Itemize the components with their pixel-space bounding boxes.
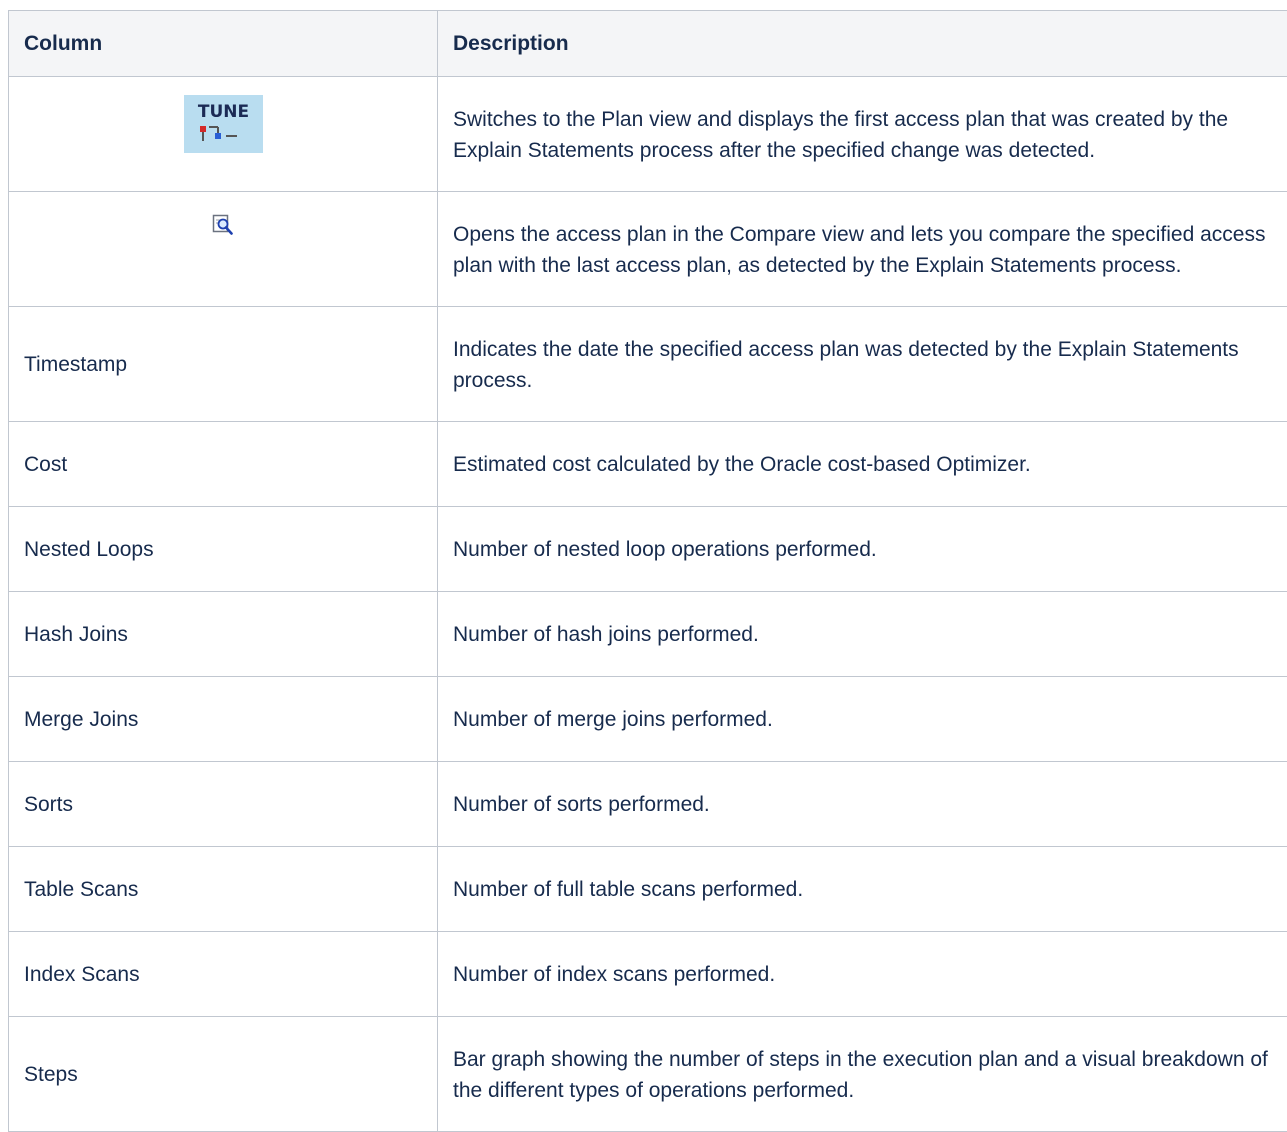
column-cell: Cost xyxy=(9,422,438,507)
compare-icon[interactable] xyxy=(212,214,234,236)
description-cell: Number of sorts performed. xyxy=(438,762,1287,847)
description-cell: Number of merge joins performed. xyxy=(438,677,1287,762)
description-cell: Estimated cost calculated by the Oracle … xyxy=(438,422,1287,507)
table-row: Opens the access plan in the Compare vie… xyxy=(9,192,1287,307)
table-row: TUNE Switches to the Plan view and displ… xyxy=(9,77,1287,192)
table-row: Merge Joins Number of merge joins perfor… xyxy=(9,677,1287,762)
column-cell: Hash Joins xyxy=(9,592,438,677)
description-cell: Opens the access plan in the Compare vie… xyxy=(438,192,1287,307)
column-cell: Merge Joins xyxy=(9,677,438,762)
tune-icon-label: TUNE xyxy=(197,102,248,122)
columns-table: Column Description TUNE Swit xyxy=(8,10,1287,1132)
description-cell: Number of full table scans performed. xyxy=(438,847,1287,932)
description-cell: Bar graph showing the number of steps in… xyxy=(438,1017,1287,1132)
column-cell: Timestamp xyxy=(9,307,438,422)
description-cell: Number of index scans performed. xyxy=(438,932,1287,1017)
column-cell: TUNE xyxy=(9,77,438,192)
table-row: Table Scans Number of full table scans p… xyxy=(9,847,1287,932)
table-row: Nested Loops Number of nested loop opera… xyxy=(9,507,1287,592)
description-cell: Indicates the date the specified access … xyxy=(438,307,1287,422)
column-cell: Nested Loops xyxy=(9,507,438,592)
table-row: Sorts Number of sorts performed. xyxy=(9,762,1287,847)
table-row: Steps Bar graph showing the number of st… xyxy=(9,1017,1287,1132)
description-header: Description xyxy=(438,11,1287,77)
table-row: Index Scans Number of index scans perfor… xyxy=(9,932,1287,1017)
column-header: Column xyxy=(9,11,438,77)
table-row: Cost Estimated cost calculated by the Or… xyxy=(9,422,1287,507)
column-cell: Table Scans xyxy=(9,847,438,932)
table-header-row: Column Description xyxy=(9,11,1287,77)
table-row: Hash Joins Number of hash joins performe… xyxy=(9,592,1287,677)
description-cell: Number of nested loop operations perform… xyxy=(438,507,1287,592)
column-cell: Index Scans xyxy=(9,932,438,1017)
table-row: Timestamp Indicates the date the specifi… xyxy=(9,307,1287,422)
description-cell: Switches to the Plan view and displays t… xyxy=(438,77,1287,192)
column-cell: Sorts xyxy=(9,762,438,847)
column-cell: Steps xyxy=(9,1017,438,1132)
column-cell xyxy=(9,192,438,307)
tune-icon[interactable]: TUNE xyxy=(184,95,263,153)
description-cell: Number of hash joins performed. xyxy=(438,592,1287,677)
